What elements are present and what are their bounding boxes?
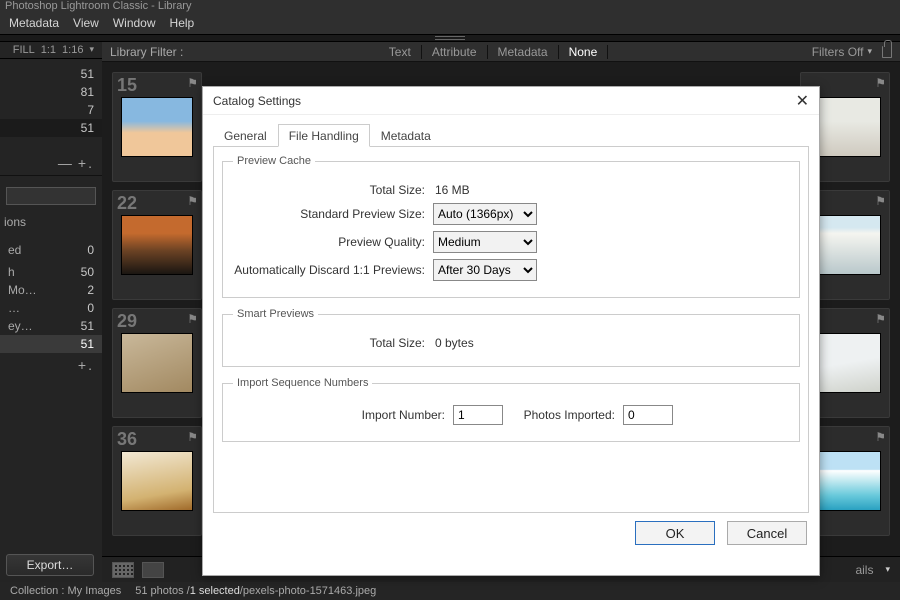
flag-icon[interactable]: ⚑ — [875, 312, 886, 326]
catalog-counts: 51 81 7 51 — [0, 59, 102, 137]
count-row[interactable]: 51 — [0, 65, 102, 83]
smart-previews-legend: Smart Previews — [233, 308, 318, 320]
filters-off[interactable]: Filters Off — [812, 45, 864, 59]
flag-icon[interactable]: ⚑ — [875, 194, 886, 208]
status-bar: Collection : My Images 51 photos / 1 sel… — [0, 582, 900, 600]
count-row[interactable]: 7 — [0, 101, 102, 119]
filter-attribute[interactable]: Attribute — [422, 45, 488, 59]
flag-icon[interactable]: ⚑ — [187, 76, 198, 90]
count-row[interactable]: 81 — [0, 83, 102, 101]
total-size-value: 16 MB — [433, 183, 470, 197]
thumbnail-cell[interactable]: 15⚑ — [112, 72, 202, 182]
collections-header[interactable]: ions — [0, 209, 102, 235]
flag-icon[interactable]: ⚑ — [187, 194, 198, 208]
ok-button[interactable]: OK — [635, 521, 715, 545]
total-size-label: Total Size: — [233, 183, 433, 197]
close-icon[interactable]: ✕ — [796, 91, 809, 111]
lock-icon[interactable] — [882, 46, 892, 58]
folders-panel-controls: — +. — [0, 151, 102, 175]
collection-row[interactable]: Mo…2 — [0, 281, 102, 299]
chevron-down-icon[interactable]: ▾ — [867, 46, 872, 57]
minus-icon[interactable]: — — [58, 155, 74, 171]
zoom-fill[interactable]: FILL — [13, 44, 35, 56]
smart-previews-group: Smart Previews Total Size: 0 bytes — [222, 308, 800, 367]
flag-icon[interactable]: ⚑ — [875, 76, 886, 90]
dialog-tabs: General File Handling Metadata — [213, 123, 809, 147]
dialog-title: Catalog Settings — [213, 94, 301, 108]
flag-icon[interactable]: ⚑ — [187, 430, 198, 444]
app-title: Photoshop Lightroom Classic - Library — [0, 0, 900, 12]
discard-previews-label: Automatically Discard 1:1 Previews: — [233, 263, 433, 277]
collections-panel-controls: +. — [0, 353, 102, 377]
import-sequence-legend: Import Sequence Numbers — [233, 377, 372, 389]
thumbnail-cell[interactable]: 36⚑ — [112, 426, 202, 536]
tab-general[interactable]: General — [213, 124, 278, 147]
loupe-view-button[interactable] — [142, 562, 164, 578]
thumbnail-cell[interactable]: 29⚑ — [112, 308, 202, 418]
collection-row-selected[interactable]: 51 — [0, 335, 102, 353]
tab-metadata[interactable]: Metadata — [370, 124, 442, 147]
menu-window[interactable]: Window — [106, 16, 163, 30]
plus-icon[interactable]: +. — [78, 155, 94, 171]
menubar: Metadata View Window Help — [0, 12, 900, 34]
collection-row[interactable]: ey…51 — [0, 317, 102, 335]
cancel-button[interactable]: Cancel — [727, 521, 807, 545]
status-path: /pexels-photo-1571463.jpeg — [240, 585, 376, 597]
preview-quality-label: Preview Quality: — [233, 235, 433, 249]
collection-row[interactable]: …0 — [0, 299, 102, 317]
flag-icon[interactable]: ⚑ — [187, 312, 198, 326]
smart-total-size-label: Total Size: — [233, 336, 433, 350]
left-panel: FILL 1:1 1:16 ▾ 51 81 7 51 — +. ions ed0… — [0, 42, 102, 582]
thumbnail-cell[interactable]: 22⚑ — [112, 190, 202, 300]
preview-cache-group: Preview Cache Total Size: 16 MB Standard… — [222, 155, 800, 298]
discard-previews-select[interactable]: After 30 Days — [433, 259, 537, 281]
menu-help[interactable]: Help — [163, 16, 202, 30]
filter-none[interactable]: None — [559, 45, 609, 59]
chevron-down-icon[interactable]: ▾ — [89, 44, 94, 56]
smart-total-size-value: 0 bytes — [433, 336, 474, 350]
folder-search-input[interactable] — [6, 187, 96, 205]
plus-icon[interactable]: +. — [78, 357, 94, 373]
standard-preview-label: Standard Preview Size: — [233, 207, 433, 221]
menu-metadata[interactable]: Metadata — [2, 16, 66, 30]
status-collection: Collection : My Images — [10, 585, 121, 597]
tab-panel: Preview Cache Total Size: 16 MB Standard… — [213, 146, 809, 513]
flag-icon[interactable]: ⚑ — [875, 430, 886, 444]
zoom-ratio[interactable]: 1:16 — [62, 44, 83, 56]
import-number-input[interactable] — [453, 405, 503, 425]
collection-row[interactable]: ed0 — [0, 241, 102, 259]
zoom-1-1[interactable]: 1:1 — [41, 44, 56, 56]
import-number-label: Import Number: — [233, 408, 453, 422]
library-filter-bar: Library Filter : Text Attribute Metadata… — [102, 42, 900, 62]
preview-cache-legend: Preview Cache — [233, 155, 315, 167]
status-selected: 1 selected — [190, 585, 240, 597]
catalog-settings-dialog: Catalog Settings ✕ General File Handling… — [202, 86, 820, 576]
import-sequence-group: Import Sequence Numbers Import Number: P… — [222, 377, 800, 442]
panel-handle-icon[interactable] — [435, 36, 465, 39]
toolbar-label: ails — [855, 563, 873, 577]
preview-quality-select[interactable]: Medium — [433, 231, 537, 253]
count-row[interactable]: 51 — [0, 119, 102, 137]
menu-view[interactable]: View — [66, 16, 106, 30]
photos-imported-input[interactable] — [623, 405, 673, 425]
status-count: 51 photos / — [135, 585, 189, 597]
filter-label: Library Filter : — [110, 45, 183, 59]
navigator-zoom: FILL 1:1 1:16 ▾ — [0, 42, 102, 59]
collection-row[interactable]: h50 — [0, 263, 102, 281]
chevron-down-icon[interactable]: ▾ — [885, 564, 890, 575]
photos-imported-label: Photos Imported: — [503, 408, 623, 422]
tab-file-handling[interactable]: File Handling — [278, 124, 370, 147]
filter-metadata[interactable]: Metadata — [488, 45, 559, 59]
filter-text[interactable]: Text — [379, 45, 422, 59]
export-button[interactable]: Export… — [6, 554, 94, 576]
standard-preview-select[interactable]: Auto (1366px) — [433, 203, 537, 225]
grid-view-button[interactable] — [112, 562, 134, 578]
